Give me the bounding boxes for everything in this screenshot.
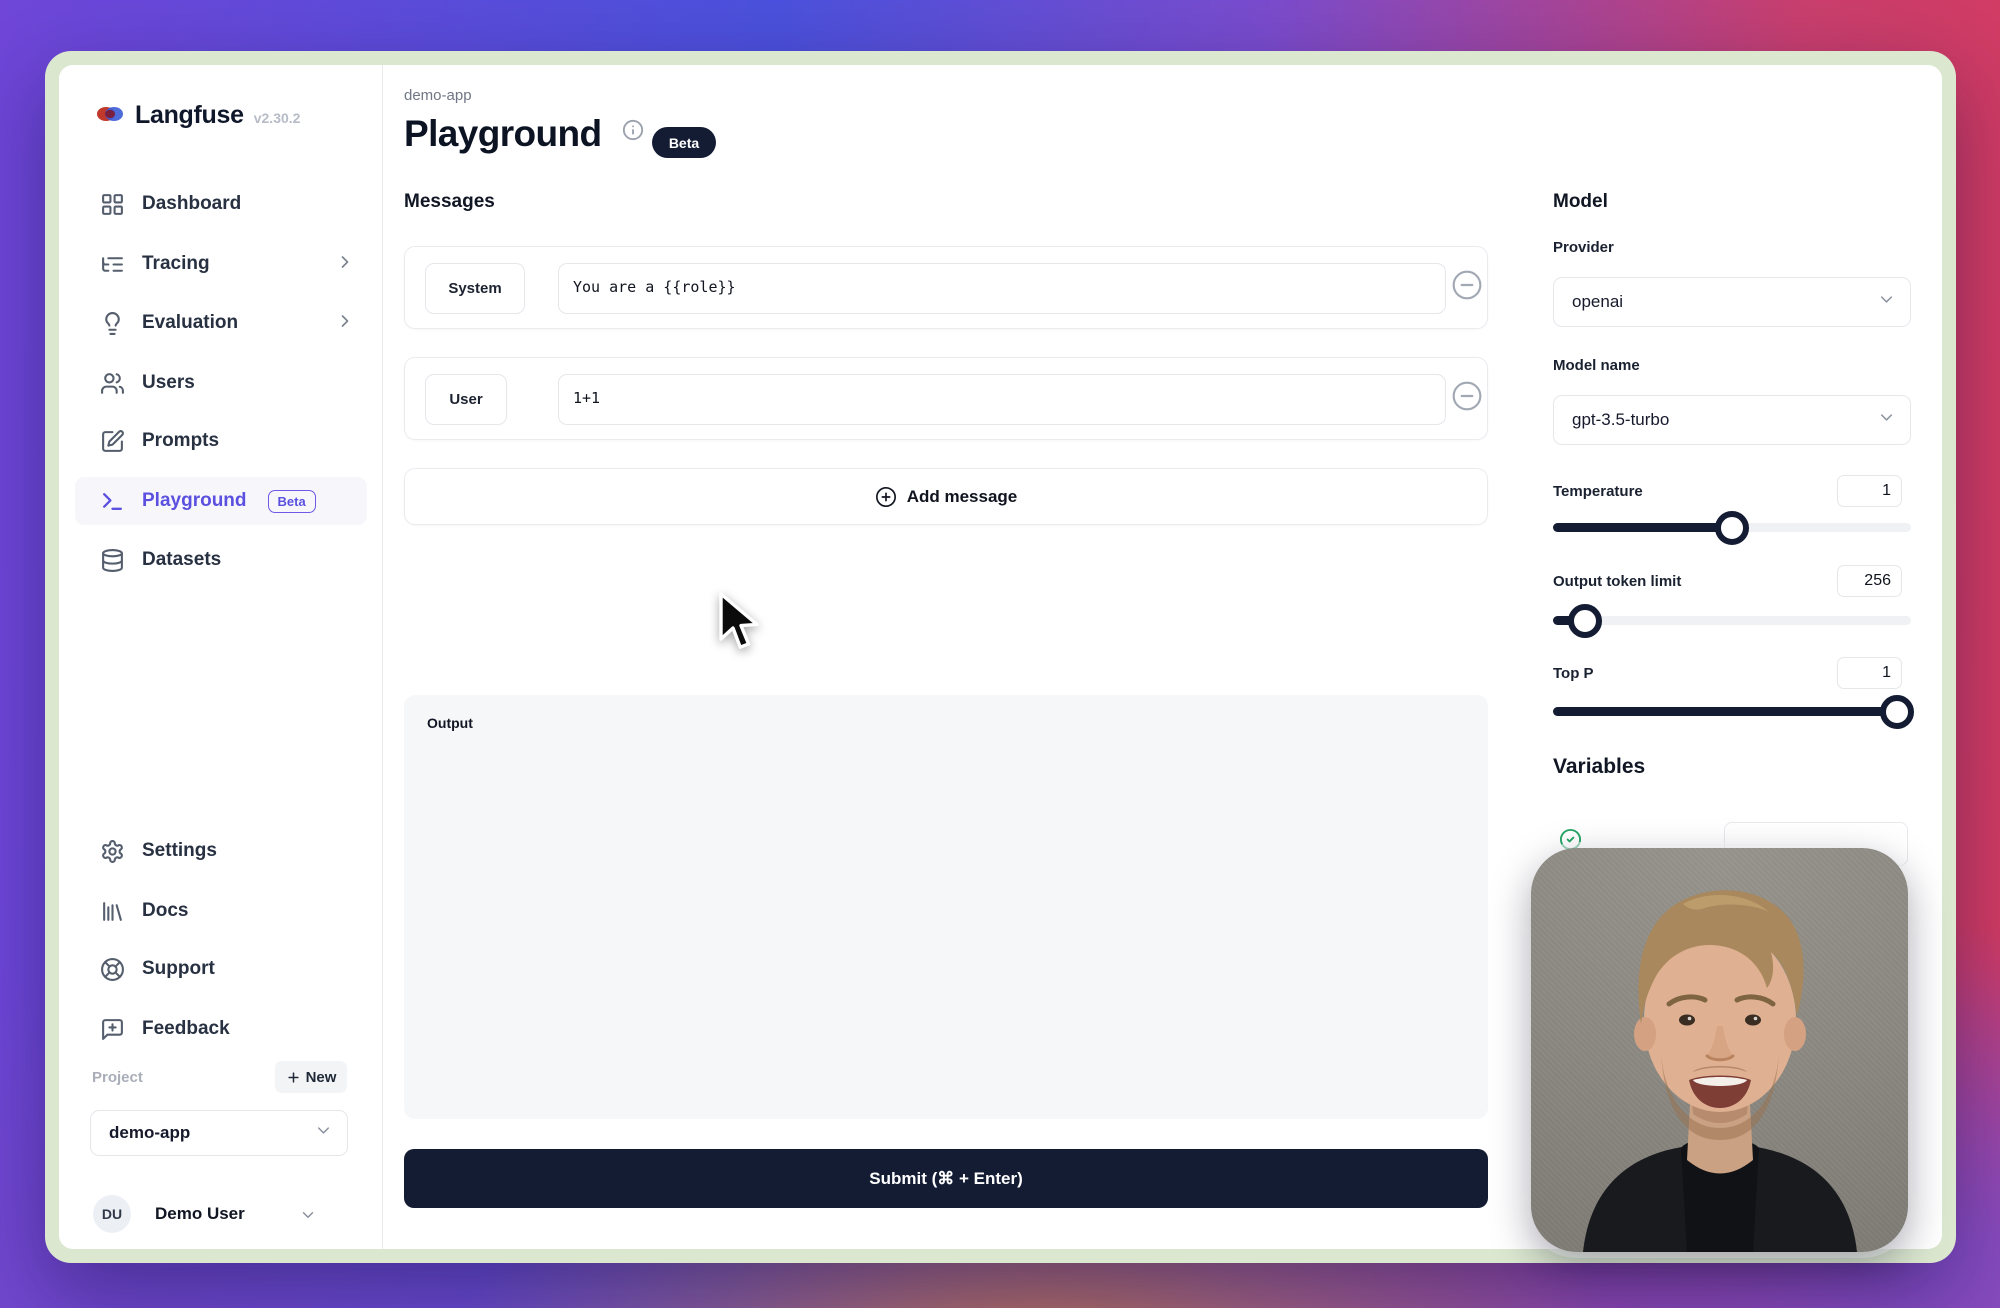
dashboard-icon — [100, 192, 125, 217]
sidebar-item-label: Playground — [142, 490, 247, 512]
sidebar-item-label: Tracing — [142, 253, 210, 275]
tracing-icon — [100, 252, 125, 277]
plus-icon — [286, 1070, 301, 1085]
output-token-limit-slider-knob[interactable] — [1568, 604, 1602, 638]
sidebar-item-feedback[interactable]: Feedback — [75, 1005, 367, 1053]
provider-select[interactable]: openai — [1553, 277, 1911, 327]
life-buoy-icon — [100, 957, 125, 982]
sidebar-item-dashboard[interactable]: Dashboard — [75, 180, 367, 228]
presenter-person — [1531, 848, 1908, 1252]
chevron-down-icon — [314, 1121, 333, 1145]
provider-label: Provider — [1553, 239, 1614, 256]
project-select[interactable]: demo-app — [90, 1110, 348, 1156]
model-name-label: Model name — [1553, 357, 1640, 374]
avatar-initials: DU — [102, 1206, 122, 1222]
output-token-limit-slider[interactable] — [1553, 616, 1911, 625]
temperature-label: Temperature — [1553, 483, 1643, 500]
variables-section-title: Variables — [1553, 755, 1645, 779]
langfuse-logo-icon — [95, 101, 125, 132]
top-p-slider-knob[interactable] — [1880, 695, 1914, 729]
submit-label: Submit (⌘ + Enter) — [869, 1169, 1022, 1189]
sidebar-item-label: Support — [142, 958, 215, 980]
add-message-label: Add message — [907, 487, 1018, 507]
gear-icon — [100, 839, 125, 864]
playground-icon — [100, 489, 125, 514]
chevron-right-icon — [335, 311, 355, 336]
beta-badge: Beta — [268, 490, 316, 513]
beta-pill: Beta — [652, 127, 716, 158]
sidebar-item-label: Evaluation — [142, 312, 238, 334]
evaluation-icon — [100, 311, 125, 336]
chevron-down-icon — [1877, 408, 1896, 432]
datasets-icon — [100, 548, 125, 573]
brand: Langfuse v2.30.2 — [95, 97, 300, 130]
model-name-select[interactable]: gpt-3.5-turbo — [1553, 395, 1911, 445]
info-icon[interactable] — [622, 119, 644, 146]
sidebar-item-label: Docs — [142, 900, 188, 922]
submit-button[interactable]: Submit (⌘ + Enter) — [404, 1149, 1488, 1208]
brand-version: v2.30.2 — [254, 110, 301, 126]
output-token-limit-value[interactable]: 256 — [1837, 565, 1902, 597]
project-select-value: demo-app — [109, 1123, 190, 1143]
temperature-value[interactable]: 1 — [1837, 475, 1902, 507]
sidebar-item-prompts[interactable]: Prompts — [75, 417, 367, 465]
library-icon — [100, 899, 125, 924]
model-name-select-value: gpt-3.5-turbo — [1572, 410, 1669, 430]
chevron-right-icon — [335, 252, 355, 277]
sidebar-item-label: Datasets — [142, 549, 221, 571]
sidebar-item-evaluation[interactable]: Evaluation — [75, 299, 367, 347]
message-plus-icon — [100, 1017, 125, 1042]
role-button-user[interactable]: User — [425, 374, 507, 425]
messages-section-title: Messages — [404, 191, 495, 213]
output-token-limit-label: Output token limit — [1553, 573, 1681, 590]
top-p-label: Top P — [1553, 665, 1594, 682]
project-label: Project — [92, 1069, 143, 1086]
breadcrumb[interactable]: demo-app — [404, 87, 472, 104]
temperature-slider-knob[interactable] — [1715, 511, 1749, 545]
message-row-system: System You are a {{role}} — [404, 246, 1488, 329]
top-p-slider[interactable] — [1553, 707, 1911, 716]
user-name: Demo User — [155, 1204, 245, 1224]
sidebar-item-settings[interactable]: Settings — [75, 827, 367, 875]
output-panel: Output — [404, 695, 1488, 1119]
plus-circle-icon — [875, 486, 897, 508]
mouse-cursor — [715, 592, 759, 659]
message-row-user: User 1+1 — [404, 357, 1488, 440]
remove-message-icon[interactable] — [1451, 380, 1483, 417]
prompts-icon — [100, 429, 125, 454]
sidebar-item-label: Users — [142, 372, 195, 394]
sidebar-item-label: Settings — [142, 840, 217, 862]
user-menu-chevron-icon[interactable] — [299, 1206, 317, 1229]
users-icon — [100, 371, 125, 396]
webcam-overlay — [1531, 848, 1908, 1252]
system-message-input[interactable]: You are a {{role}} — [558, 263, 1446, 314]
sidebar-item-label: Prompts — [142, 430, 219, 452]
sidebar-item-tracing[interactable]: Tracing — [75, 240, 367, 288]
temperature-slider[interactable] — [1553, 523, 1911, 532]
output-label: Output — [427, 715, 473, 731]
new-project-label: New — [306, 1069, 337, 1086]
provider-select-value: openai — [1572, 292, 1623, 312]
avatar[interactable]: DU — [93, 1195, 131, 1233]
chevron-down-icon — [1877, 290, 1896, 314]
sidebar-item-datasets[interactable]: Datasets — [75, 536, 367, 584]
page-title: Playground — [404, 113, 602, 155]
sidebar: Langfuse v2.30.2 Dashboard Tracing Evalu… — [59, 65, 383, 1249]
sidebar-item-playground[interactable]: Playground Beta — [75, 477, 367, 525]
model-section-title: Model — [1553, 191, 1608, 213]
sidebar-item-users[interactable]: Users — [75, 359, 367, 407]
remove-message-icon[interactable] — [1451, 269, 1483, 306]
sidebar-item-docs[interactable]: Docs — [75, 887, 367, 935]
role-button-system[interactable]: System — [425, 263, 525, 314]
user-message-input[interactable]: 1+1 — [558, 374, 1446, 425]
sidebar-item-support[interactable]: Support — [75, 945, 367, 993]
top-p-value[interactable]: 1 — [1837, 657, 1902, 689]
brand-name: Langfuse — [135, 101, 244, 130]
sidebar-item-label: Dashboard — [142, 193, 241, 215]
new-project-button[interactable]: New — [275, 1061, 347, 1093]
sidebar-item-label: Feedback — [142, 1018, 230, 1040]
desktop-background: Langfuse v2.30.2 Dashboard Tracing Evalu… — [0, 0, 2000, 1308]
add-message-button[interactable]: Add message — [404, 468, 1488, 525]
